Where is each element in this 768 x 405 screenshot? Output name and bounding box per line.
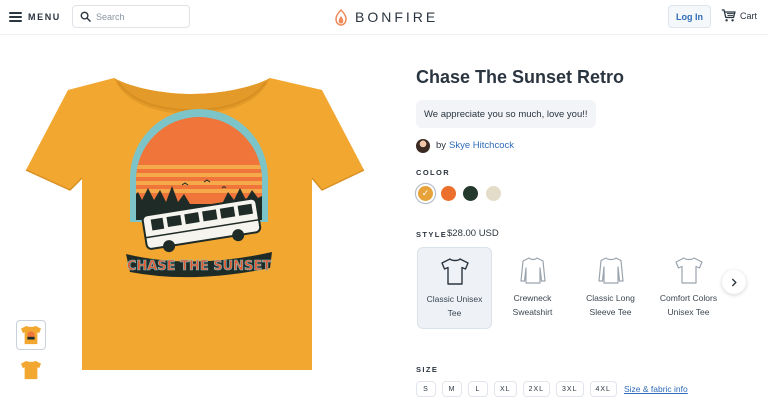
logo-text: BONFIRE	[355, 9, 439, 25]
style-price: $28.00 USD	[447, 228, 499, 239]
swatch-gold[interactable]: ✓	[418, 186, 433, 201]
style-option-long-sleeve[interactable]: Classic Long Sleeve Tee	[573, 247, 648, 329]
swatch-forest-green[interactable]	[463, 186, 478, 201]
thumbnail-back[interactable]	[16, 355, 46, 385]
by-prefix: by	[436, 140, 447, 151]
style-options: Classic Unisex Tee Crewneck Sweatshirt C…	[417, 247, 729, 329]
size-options: S M L XL 2XL 3XL 4XL Size & fabric info	[416, 381, 688, 397]
tshirt-icon	[440, 258, 469, 285]
creator-message: We appreciate you so much, love you!!	[416, 100, 596, 128]
cart-icon	[721, 9, 736, 22]
style-label: STYLE	[416, 230, 448, 239]
tshirt-thumb-icon	[21, 325, 41, 345]
style-option-classic-tee[interactable]: Classic Unisex Tee	[417, 247, 492, 329]
flame-logo-icon	[335, 8, 347, 26]
size-option-m[interactable]: M	[442, 381, 462, 397]
tshirt-back-thumb-icon	[21, 360, 41, 380]
search-input[interactable]	[96, 11, 186, 22]
menu-label: MENU	[28, 12, 61, 22]
size-label: SIZE	[416, 365, 439, 374]
size-option-xl[interactable]: XL	[494, 381, 517, 397]
thumbnail-front[interactable]	[16, 320, 46, 350]
product-title: Chase The Sunset Retro	[416, 67, 625, 87]
menu-icon	[9, 12, 22, 22]
style-next-button[interactable]	[722, 270, 746, 294]
size-option-l[interactable]: L	[468, 381, 488, 397]
style-option-label: Crewneck Sweatshirt	[512, 293, 553, 317]
site-header: MENU BONFIRE Log In Cart	[0, 0, 768, 35]
size-option-4xl[interactable]: 4XL	[589, 381, 617, 397]
style-option-label: Classic Unisex Tee	[426, 294, 483, 318]
swatch-natural[interactable]	[485, 186, 501, 201]
check-icon: ✓	[421, 188, 430, 198]
swatch-orange[interactable]	[440, 186, 456, 201]
style-option-label: Comfort Colors Unisex Tee	[659, 293, 718, 317]
avatar	[416, 138, 430, 153]
size-option-s[interactable]: S	[416, 381, 436, 397]
login-button[interactable]: Log In	[668, 5, 711, 28]
creator-byline: by Skye Hitchcock	[416, 138, 514, 153]
sweatshirt-icon	[519, 257, 546, 284]
cart-label: Cart	[740, 10, 758, 21]
color-label: COLOR	[416, 168, 451, 177]
author-link[interactable]: Skye Hitchcock	[449, 140, 514, 151]
chevron-right-icon	[731, 278, 737, 286]
bonfire-logo[interactable]: BONFIRE	[333, 8, 438, 26]
tshirt-icon	[674, 257, 703, 284]
size-fabric-link[interactable]: Size & fabric info	[624, 384, 688, 394]
style-option-label: Classic Long Sleeve Tee	[586, 293, 635, 317]
cart-button[interactable]: Cart	[721, 9, 757, 22]
product-image: CHASE THE SUNSET	[25, 78, 365, 370]
shirt-graphic-text: CHASE THE SUNSET	[127, 259, 271, 274]
long-sleeve-icon	[597, 257, 624, 284]
search-icon	[80, 11, 91, 22]
search-box[interactable]	[72, 5, 190, 28]
style-option-comfort-colors[interactable]: Comfort Colors Unisex Tee	[651, 247, 726, 329]
size-option-3xl[interactable]: 3XL	[556, 381, 584, 397]
menu-button[interactable]: MENU	[9, 9, 61, 25]
style-option-crewneck[interactable]: Crewneck Sweatshirt	[495, 247, 570, 329]
color-swatches: ✓	[418, 186, 508, 201]
size-option-2xl[interactable]: 2XL	[522, 381, 551, 397]
